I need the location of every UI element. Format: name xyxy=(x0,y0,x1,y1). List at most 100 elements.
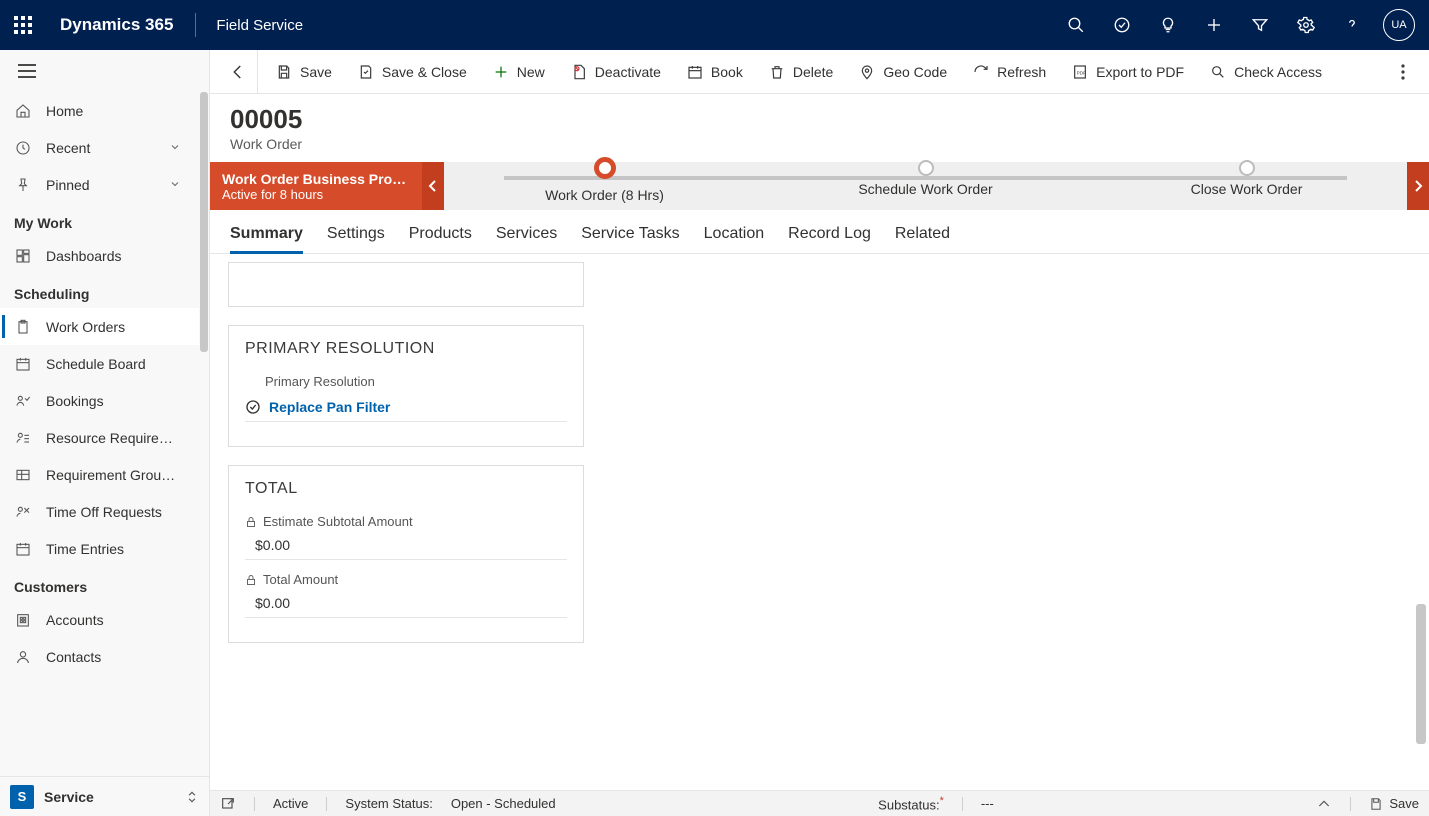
sidebar-item-home[interactable]: Home xyxy=(0,92,199,129)
sidebar-group-title: My Work xyxy=(0,203,199,237)
geocode-label: Geo Code xyxy=(883,64,947,80)
chevron-up-icon[interactable] xyxy=(1316,796,1332,812)
search-icon[interactable] xyxy=(1053,0,1099,50)
book-icon xyxy=(14,393,32,409)
site-map: Home Recent Pinned My Work Dashboards Sch… xyxy=(0,50,210,816)
main-content: Save Save & Close New Deactivate Book De… xyxy=(210,50,1429,816)
tab-location[interactable]: Location xyxy=(704,225,765,253)
tab-related[interactable]: Related xyxy=(895,225,950,253)
sidebar-item-dashboards[interactable]: Dashboards xyxy=(0,237,199,274)
cal-icon xyxy=(14,356,32,372)
status-bar: Active System Status: Open - Scheduled S… xyxy=(210,790,1429,816)
sidebar-item-accounts[interactable]: Accounts xyxy=(0,601,199,638)
deactivate-button[interactable]: Deactivate xyxy=(559,54,673,90)
sidebar-item-schedule-board[interactable]: Schedule Board xyxy=(0,345,199,382)
field-label-estimate-subtotal: Estimate Subtotal Amount xyxy=(245,514,567,529)
export-pdf-button[interactable]: PDF Export to PDF xyxy=(1060,54,1196,90)
task-icon[interactable] xyxy=(1099,0,1145,50)
app-launcher-icon[interactable] xyxy=(14,16,32,34)
sidebar-item-resource-require-[interactable]: Resource Require… xyxy=(0,419,199,456)
plus-icon[interactable] xyxy=(1191,0,1237,50)
clock-icon xyxy=(14,140,32,156)
bpf-name: Work Order Business Pro… xyxy=(222,171,410,187)
sidebar-item-pinned[interactable]: Pinned xyxy=(0,166,199,203)
sidebar-item-requirement-grou-[interactable]: Requirement Grou… xyxy=(0,456,199,493)
sidebar-item-time-entries[interactable]: Time Entries xyxy=(0,530,199,567)
primary-resolution-value: Replace Pan Filter xyxy=(269,399,390,415)
updown-icon xyxy=(185,790,199,804)
lock-icon xyxy=(245,574,257,586)
sidebar-item-label: Time Entries xyxy=(46,541,185,557)
gear-icon[interactable] xyxy=(1283,0,1329,50)
divider xyxy=(195,13,196,37)
svg-text:PDF: PDF xyxy=(1077,70,1086,75)
sidebar-item-label: Accounts xyxy=(46,612,185,628)
sidebar-item-label: Schedule Board xyxy=(46,356,185,372)
book-button[interactable]: Book xyxy=(675,54,755,90)
tab-settings[interactable]: Settings xyxy=(327,225,385,253)
sidebar-scrollbar[interactable] xyxy=(199,92,209,776)
bpf-prev-icon[interactable] xyxy=(422,162,444,210)
bpf-stage-dot xyxy=(1239,160,1255,176)
back-button[interactable] xyxy=(218,50,258,94)
save-close-button[interactable]: Save & Close xyxy=(346,54,479,90)
footer-save-button[interactable]: Save xyxy=(1369,796,1419,811)
sidebar-item-contacts[interactable]: Contacts xyxy=(0,638,199,675)
popout-icon[interactable] xyxy=(220,796,236,812)
sidebar-item-recent[interactable]: Recent xyxy=(0,129,199,166)
total-amount-value: $0.00 xyxy=(245,587,567,618)
record-subtitle: Work Order xyxy=(230,136,1429,152)
sidebar-item-label: Work Orders xyxy=(46,319,185,335)
bpf-stage-label: Work Order (8 Hrs) xyxy=(444,187,765,203)
delete-button[interactable]: Delete xyxy=(757,54,845,90)
sidebar-toggle[interactable] xyxy=(0,50,209,92)
sidebar-item-label: Requirement Grou… xyxy=(46,467,185,483)
new-button[interactable]: New xyxy=(481,54,557,90)
save-close-label: Save & Close xyxy=(382,64,467,80)
bpf-stage[interactable]: Work Order (8 Hrs) xyxy=(444,169,765,203)
check-access-button[interactable]: Check Access xyxy=(1198,54,1334,90)
tab-record-log[interactable]: Record Log xyxy=(788,225,871,253)
tab-services[interactable]: Services xyxy=(496,225,557,253)
status-system-label: System Status: xyxy=(345,796,432,811)
card-title: TOTAL xyxy=(245,480,567,498)
bpf-stages: Work Order (8 Hrs) Schedule Work Order C… xyxy=(444,162,1407,210)
tab-products[interactable]: Products xyxy=(409,225,472,253)
bpf-next-icon[interactable] xyxy=(1407,162,1429,210)
card-placeholder xyxy=(228,262,584,307)
filter-icon[interactable] xyxy=(1237,0,1283,50)
sidebar-item-label: Bookings xyxy=(46,393,185,409)
refresh-label: Refresh xyxy=(997,64,1046,80)
command-overflow[interactable] xyxy=(1385,64,1421,80)
delete-label: Delete xyxy=(793,64,833,80)
contact-icon xyxy=(14,649,32,665)
help-icon[interactable] xyxy=(1329,0,1375,50)
lightbulb-icon[interactable] xyxy=(1145,0,1191,50)
app-area-label[interactable]: Field Service xyxy=(216,17,303,34)
off-icon xyxy=(14,504,32,520)
geocode-button[interactable]: Geo Code xyxy=(847,54,959,90)
tab-service-tasks[interactable]: Service Tasks xyxy=(581,225,679,253)
user-avatar[interactable]: UA xyxy=(1383,9,1415,41)
check-circle-icon xyxy=(245,399,261,415)
acct-icon xyxy=(14,612,32,628)
area-switcher[interactable]: S Service xyxy=(0,776,209,816)
sidebar-item-bookings[interactable]: Bookings xyxy=(0,382,199,419)
status-state: Active xyxy=(273,796,308,811)
tab-summary[interactable]: Summary xyxy=(230,225,303,253)
status-substatus-value[interactable]: --- xyxy=(981,796,994,811)
bpf-stage[interactable]: Schedule Work Order xyxy=(765,169,1086,203)
card-primary-resolution: PRIMARY RESOLUTION Primary Resolution Re… xyxy=(228,325,584,447)
primary-resolution-lookup[interactable]: Replace Pan Filter xyxy=(245,389,567,422)
status-system-value: Open - Scheduled xyxy=(451,796,556,811)
brand-label: Dynamics 365 xyxy=(60,15,173,35)
sidebar-group-title: Customers xyxy=(0,567,199,601)
body-scrollbar[interactable] xyxy=(1415,254,1427,790)
sidebar-item-time-off-requests[interactable]: Time Off Requests xyxy=(0,493,199,530)
bpf-stage[interactable]: Close Work Order xyxy=(1086,169,1407,203)
sidebar-item-work-orders[interactable]: Work Orders xyxy=(0,308,199,345)
refresh-button[interactable]: Refresh xyxy=(961,54,1058,90)
bpf-badge[interactable]: Work Order Business Pro… Active for 8 ho… xyxy=(210,162,422,210)
save-button[interactable]: Save xyxy=(264,54,344,90)
estimate-subtotal-value: $0.00 xyxy=(245,529,567,560)
